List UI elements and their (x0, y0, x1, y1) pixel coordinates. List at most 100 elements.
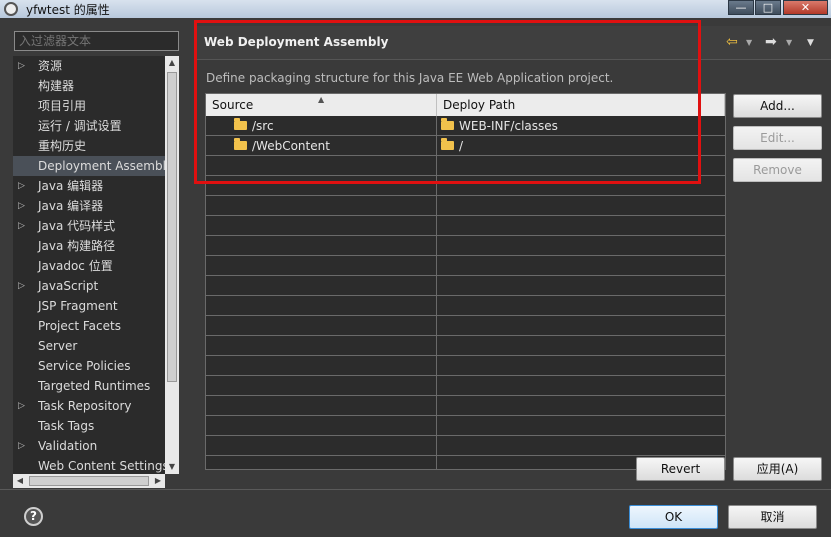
table-row[interactable] (206, 356, 725, 376)
sidebar-item[interactable]: Javadoc 位置 (13, 256, 165, 276)
sidebar-item-label: Project Facets (38, 319, 121, 333)
source-cell (206, 336, 437, 356)
sidebar-item[interactable]: Web Content Settings (13, 456, 165, 474)
sidebar-item-label: JSP Fragment (38, 299, 118, 313)
sort-up-icon: ▲ (318, 95, 325, 104)
close-button[interactable]: ✕ (783, 0, 828, 15)
cancel-button[interactable]: 取消 (728, 505, 817, 529)
view-menu-icon[interactable]: ▼ (807, 38, 814, 48)
source-cell: /WebContent (206, 136, 437, 156)
sidebar-item[interactable]: ▷ Java 编辑器 (13, 176, 165, 196)
sidebar-item[interactable]: Deployment Assembly (13, 156, 165, 176)
sidebar-item[interactable]: 运行 / 调试设置 (13, 116, 165, 136)
remove-button[interactable]: Remove (733, 158, 822, 182)
sidebar-item[interactable]: 项目引用 (13, 96, 165, 116)
add-button[interactable]: Add... (733, 94, 822, 118)
sidebar-item[interactable]: Java 构建路径 (13, 236, 165, 256)
sidebar-item[interactable]: ▷ JavaScript (13, 276, 165, 296)
scroll-down-icon[interactable]: ▼ (165, 460, 179, 474)
filter-input[interactable] (14, 31, 179, 51)
table-row[interactable] (206, 256, 725, 276)
scroll-up-icon[interactable]: ▲ (165, 56, 179, 70)
sidebar-item[interactable]: ▷ 资源 (13, 56, 165, 76)
sidebar-item-label: Targeted Runtimes (38, 379, 151, 393)
expand-arrow-icon[interactable]: ▷ (18, 176, 25, 196)
expand-arrow-icon[interactable]: ▷ (18, 56, 25, 76)
sidebar-item[interactable]: 构建器 (13, 76, 165, 96)
sidebar-item[interactable]: JSP Fragment (13, 296, 165, 316)
table-row[interactable] (206, 436, 725, 456)
settings-app-icon (4, 2, 18, 16)
sidebar-item[interactable]: ▷ Java 编译器 (13, 196, 165, 216)
table-row[interactable]: /src WEB-INF/classes (206, 116, 725, 136)
source-cell (206, 356, 437, 376)
sidebar-item-label: Java 构建路径 (38, 239, 116, 253)
maximize-button[interactable]: □ (755, 0, 781, 15)
expand-arrow-icon[interactable]: ▷ (18, 396, 25, 416)
source-cell (206, 176, 437, 196)
table-row[interactable] (206, 216, 725, 236)
category-tree: ▷ 资源构建器项目引用 运行 / 调试设置 重构历史 Deployment Assemb… (13, 56, 165, 474)
expand-arrow-icon[interactable]: ▷ (18, 436, 25, 456)
forward-history-dropdown-icon[interactable]: ▼ (786, 38, 792, 47)
sidebar-item[interactable]: ▷ Validation (13, 436, 165, 456)
expand-arrow-icon[interactable]: ▷ (18, 216, 25, 236)
source-cell (206, 276, 437, 296)
deploy-path: / (459, 139, 464, 153)
scroll-right-icon[interactable]: ▶ (151, 474, 165, 488)
ok-button[interactable]: OK (629, 505, 718, 529)
folder-icon (441, 118, 454, 130)
expand-arrow-icon[interactable]: ▷ (18, 196, 25, 216)
source-cell: /src (206, 116, 437, 136)
help-icon[interactable]: ? (24, 507, 43, 526)
source-cell (206, 236, 437, 256)
source-path: /src (252, 119, 274, 133)
forward-arrow-icon[interactable]: ➡ (765, 34, 777, 50)
scroll-thumb[interactable] (29, 476, 149, 486)
sidebar-item-label: Server (38, 339, 78, 353)
table-row[interactable] (206, 336, 725, 356)
sidebar-item[interactable]: ▷ Task Repository (13, 396, 165, 416)
sidebar-item-label: Deployment Assembly (38, 159, 165, 173)
sidebar-item[interactable]: Task Tags (13, 416, 165, 436)
sidebar-item[interactable]: 重构历史 (13, 136, 165, 156)
minimize-button[interactable]: — (728, 0, 754, 15)
source-path: /WebContent (252, 139, 330, 153)
table-row[interactable] (206, 416, 725, 436)
sidebar-item-label: 构建器 (38, 79, 75, 93)
scroll-left-icon[interactable]: ◀ (13, 474, 27, 488)
source-cell (206, 256, 437, 276)
table-row[interactable] (206, 376, 725, 396)
table-row[interactable] (206, 396, 725, 416)
sidebar-item[interactable]: Targeted Runtimes (13, 376, 165, 396)
table-row[interactable] (206, 176, 725, 196)
column-header-deploy-path[interactable]: Deploy Path (437, 94, 725, 116)
revert-button[interactable]: Revert (636, 457, 725, 481)
table-row[interactable] (206, 156, 725, 176)
sidebar-item[interactable]: ▷ Java 代码样式 (13, 216, 165, 236)
sidebar: ▷ 资源构建器项目引用运行 / 调试设置重构历史 Deployment Assemb… (8, 26, 182, 489)
table-row[interactable] (206, 296, 725, 316)
apply-button[interactable]: 应用(A) (733, 457, 822, 481)
table-row[interactable] (206, 196, 725, 216)
table-row[interactable]: /WebContent / (206, 136, 725, 156)
column-label: Source (212, 98, 254, 112)
sidebar-item[interactable]: Service Policies (13, 356, 165, 376)
source-cell (206, 416, 437, 436)
sidebar-item[interactable]: Project Facets (13, 316, 165, 336)
table-row[interactable] (206, 276, 725, 296)
edit-button[interactable]: Edit... (733, 126, 822, 150)
expand-arrow-icon[interactable]: ▷ (18, 276, 25, 296)
table-row[interactable] (206, 236, 725, 256)
source-cell (206, 156, 437, 176)
page-header: Web Deployment Assembly ⇦ ▼ ➡ ▼ ▼ (194, 26, 831, 60)
tree-horizontal-scrollbar[interactable]: ◀ ▶ (13, 474, 165, 488)
sidebar-item[interactable]: Server (13, 336, 165, 356)
back-arrow-icon[interactable]: ⇦ (726, 34, 738, 50)
table-row[interactable] (206, 316, 725, 336)
tree-vertical-scrollbar[interactable]: ▲ ▼ (165, 56, 179, 474)
scroll-thumb[interactable] (167, 72, 177, 382)
back-history-dropdown-icon[interactable]: ▼ (746, 38, 752, 47)
source-cell (206, 396, 437, 416)
column-header-source[interactable]: Source ▲ (206, 94, 437, 116)
